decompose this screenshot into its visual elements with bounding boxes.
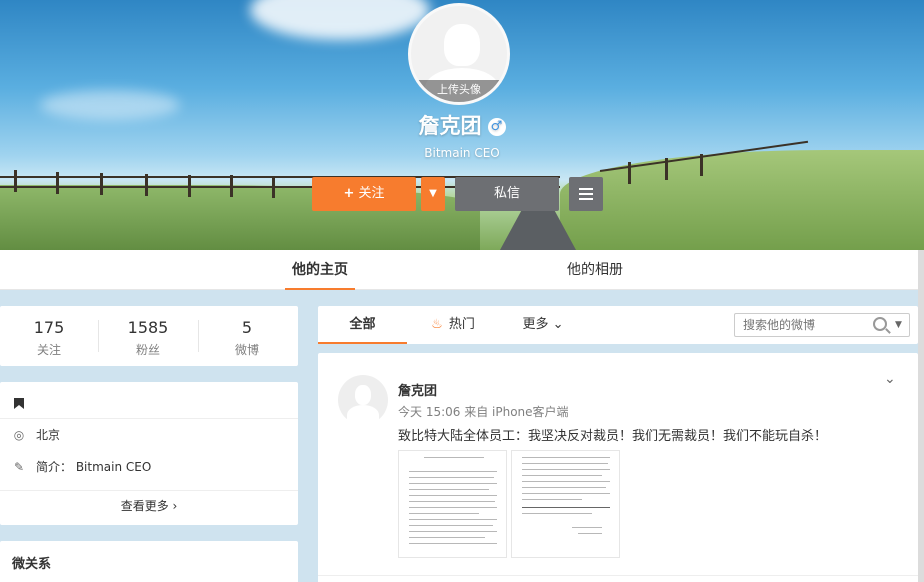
search-icon[interactable] [873,317,887,331]
posts-label: 微博 [234,343,259,357]
location-icon: ◎ [13,428,25,442]
profile-avatar[interactable]: 上传头像 [408,3,510,105]
profile-tabbar: 他的主页 他的相册 [0,250,918,290]
post-author-avatar[interactable] [338,375,388,425]
stat-following[interactable]: 175 关注 [0,318,98,358]
post-author-name[interactable]: 詹克团 [398,380,437,399]
profile-title: Bitmain CEO [424,146,500,160]
feed-tabs: 全部 ♨ 热门 更多 ⌄ ▼ [318,306,918,344]
post-options-icon[interactable]: ⌄ [884,371,896,387]
followers-label: 粉丝 [135,343,160,357]
tab-hot[interactable]: ♨ 热门 [428,306,478,344]
stat-posts[interactable]: 5 微博 [198,318,296,358]
bio-text: 简介： Bitmain CEO [36,460,152,474]
fire-icon: ♨ [431,317,443,332]
post-image-1[interactable] [398,450,507,558]
follow-button[interactable]: + 关注 [312,177,416,211]
tab-all[interactable]: 全部 [318,306,407,344]
tab-album[interactable]: 他的相册 [560,250,630,290]
search-input[interactable] [735,314,865,336]
search-box: ▼ [734,313,910,337]
tab-home[interactable]: 他的主页 [285,250,355,290]
stat-followers[interactable]: 1585 粉丝 [99,318,197,358]
message-button[interactable]: 私信 [455,177,559,211]
post-text: 致比特大陆全体员工：我坚决反对裁员！我们无需裁员！我们不能玩自杀！ [398,429,828,444]
edit-icon: ✎ [13,460,25,474]
view-more-link[interactable]: 查看更多 › [0,497,298,514]
post-card: 詹克团 今天 15:06 来自 iPhone客户端 ⌄ 致比特大陆全体员工：我坚… [318,353,918,582]
following-count: 175 [33,318,65,337]
follow-dropdown-button[interactable]: ▼ [421,177,445,211]
search-dropdown-icon[interactable]: ▼ [895,316,902,334]
bookmark-icon [14,398,24,409]
plus-icon: + [343,186,355,201]
page-scrollbar[interactable] [918,250,924,582]
profile-name-row: 詹克团 ♂ [0,110,924,140]
stats-card: 175 关注 1585 粉丝 5 微博 [0,306,298,366]
following-label: 关注 [36,343,61,357]
tab-more[interactable]: 更多 ⌄ [518,306,568,344]
location-text: 北京 [36,428,61,442]
info-card: ◎ 北京 ✎ 简介： Bitmain CEO 查看更多 › [0,382,298,525]
follow-label: 关注 [358,186,385,201]
more-menu-button[interactable] [569,177,603,211]
tab-hot-label: 热门 [448,317,475,332]
relations-card: 微关系 [0,541,298,582]
male-icon: ♂ [487,118,506,136]
location-row: ◎ 北京 [12,423,60,447]
profile-name: 詹克团 [418,114,482,138]
posts-count: 5 [241,318,253,337]
menu-icon [579,188,593,190]
followers-count: 1585 [127,318,169,337]
post-meta[interactable]: 今天 15:06 来自 iPhone客户端 [398,403,569,420]
post-image-2[interactable] [511,450,620,558]
upload-avatar-label[interactable]: 上传头像 [411,80,507,102]
relations-title: 微关系 [12,557,52,572]
bio-row: ✎ 简介： Bitmain CEO [12,455,151,479]
